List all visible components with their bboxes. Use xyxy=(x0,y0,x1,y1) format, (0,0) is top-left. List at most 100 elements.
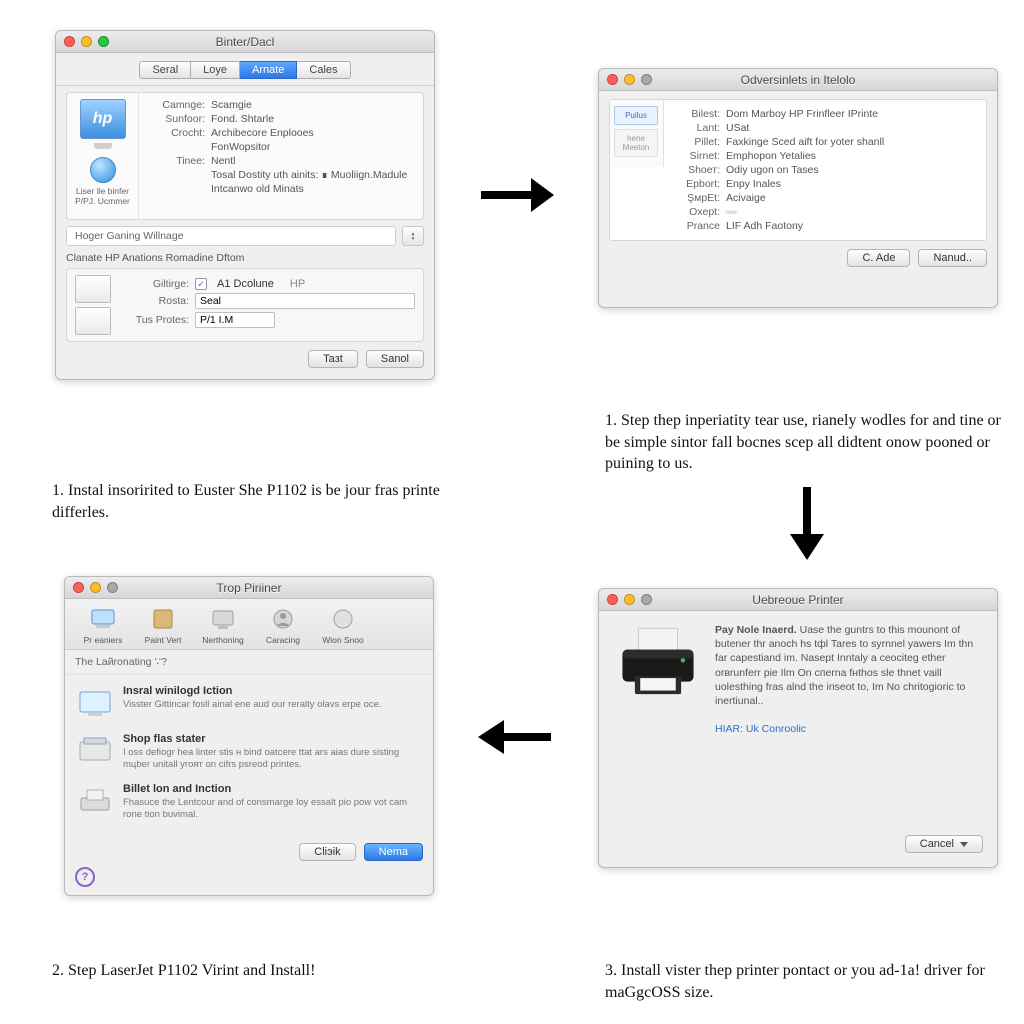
paragraph-body: Uase the guntrs to this mounont of buten… xyxy=(715,624,973,707)
sanol-button[interactable]: Sanol xyxy=(366,350,424,368)
add-button[interactable]: C. Ade xyxy=(847,249,910,267)
help-icon[interactable]: ? xyxy=(75,867,95,887)
nema-button[interactable]: Nema xyxy=(364,843,423,861)
tool-wionsnoo[interactable]: Wion Snoo xyxy=(315,605,371,645)
row-value: Intcanwo old Minats xyxy=(211,183,304,195)
tusprotes-input[interactable] xyxy=(195,312,275,328)
close-icon[interactable] xyxy=(607,74,618,85)
window-driver-info: Odversinlets in Itelolo Puilus hene Meet… xyxy=(598,68,998,308)
caracing-icon xyxy=(269,605,297,633)
row-value: Enpy Inales xyxy=(726,178,781,190)
tool-preaniers[interactable]: Pr eaniers xyxy=(75,605,131,645)
printer-icon xyxy=(613,623,703,736)
wionsnoo-icon xyxy=(329,605,357,633)
help-link[interactable]: HІАR: Uk Conroolic xyxy=(715,723,806,735)
row-label: Bilest: xyxy=(674,108,720,120)
row-value: — xyxy=(726,206,737,218)
tab-cales[interactable]: Cales xyxy=(297,61,350,79)
row-value: FonWopsitor xyxy=(211,141,270,153)
row-value: USat xyxy=(726,122,749,134)
minimize-icon[interactable] xyxy=(624,594,635,605)
titlebar[interactable]: Trop Piriiner xyxy=(65,577,433,599)
close-icon[interactable] xyxy=(64,36,75,47)
tool-label: Caracing xyxy=(255,635,311,645)
network-globe-icon xyxy=(71,157,134,183)
window-title: Binter/Dacl xyxy=(56,35,434,49)
field-label: Rosta: xyxy=(129,295,189,307)
segmented-tabs: Seral Loye Arnate Cales xyxy=(56,53,434,86)
titlebar[interactable]: Uebreoue Printer xyxy=(599,589,997,611)
hp-monitor-icon xyxy=(71,99,134,149)
close-icon[interactable] xyxy=(607,594,618,605)
zoom-icon[interactable] xyxy=(98,36,109,47)
row-label: Oxeрt: xyxy=(674,206,720,218)
side-tab-puilus[interactable]: Puilus xyxy=(614,106,658,125)
caption-step-3: 3. Install vister thep printer pontact o… xyxy=(605,960,1015,1003)
zoom-icon xyxy=(641,74,652,85)
row-value: Acivaige xyxy=(726,192,766,204)
caption-step-1b: 1. Step thep inperiatity tear use, riane… xyxy=(605,410,1005,475)
window-title: Odversinlets in Itelolo xyxy=(599,73,997,87)
tool-label: Paint Vert xyxy=(135,635,191,645)
row-label: Epbort: xyxy=(674,178,720,190)
checkbox-suffix: НР xyxy=(290,278,305,290)
tab-arnate[interactable]: Arnate xyxy=(240,61,297,79)
arrow-left-icon xyxy=(476,712,556,762)
row-label: Prance xyxy=(674,220,720,232)
tool-paintvert[interactable]: Paint Vert xyxy=(135,605,191,645)
tab-seral[interactable]: Seral xyxy=(139,61,191,79)
close-icon[interactable] xyxy=(73,582,84,593)
cancel-button[interactable]: Cаncel xyxy=(905,835,983,853)
option-desc: I oss defiogr hea linter stis н bind oat… xyxy=(123,747,421,771)
chevron-down-icon xyxy=(960,842,968,847)
status-field[interactable]: Hoger Ganing Willnage xyxy=(66,226,396,246)
window-printer-settings: Binter/Dacl Seral Loye Arnate Cales Lise… xyxy=(55,30,435,380)
option-title: Billet lon and Inction xyxy=(123,783,421,795)
minimize-icon[interactable] xyxy=(624,74,635,85)
cliick-button[interactable]: Cliэik xyxy=(299,843,355,861)
option-icon xyxy=(77,685,113,721)
row-value: Emphopon Yetalies xyxy=(726,150,816,162)
option-billet-action[interactable]: Billet lon and Inction Fhasuce the Lentc… xyxy=(73,777,425,827)
tool-caracing[interactable]: Caracing xyxy=(255,605,311,645)
zoom-icon xyxy=(107,582,118,593)
titlebar[interactable]: Odversinlets in Itelolo xyxy=(599,69,997,91)
tab-loye[interactable]: Loye xyxy=(191,61,240,79)
arrow-down-icon xyxy=(782,482,832,562)
field-label: Giltirge: xyxy=(129,278,189,290)
option-shop-files[interactable]: Shop flas stater I oss defiogr hea linte… xyxy=(73,727,425,777)
row-label: Tinee: xyxy=(147,155,205,167)
row-label: Sirnet: xyxy=(674,150,720,162)
tool-label: Wion Snoo xyxy=(315,635,371,645)
arrow-right-icon xyxy=(476,170,556,220)
row-label: ŞмрEt: xyxy=(674,192,720,204)
preaniers-icon xyxy=(89,605,117,633)
minimize-icon[interactable] xyxy=(90,582,101,593)
tool-nerthoning[interactable]: Nerthoning xyxy=(195,605,251,645)
nerthoning-icon xyxy=(209,605,237,633)
window-installer: Trop Piriiner Pr eaniers Paint Vert Nert… xyxy=(64,576,434,896)
thumbnail-icon xyxy=(75,307,111,335)
side-tab-hene[interactable]: hene Meeton xyxy=(614,129,658,157)
option-install-windows[interactable]: Insral winilogd Iction Visster Gittincar… xyxy=(73,679,425,727)
field-label: Tus Protes: xyxy=(129,314,189,326)
thumbnail-icon xyxy=(75,275,111,303)
minimize-icon[interactable] xyxy=(81,36,92,47)
titlebar[interactable]: Binter/Dacl xyxy=(56,31,434,53)
row-label: Shoет: xyxy=(674,164,720,176)
sidebar-caption: Liser lle binfer P/PJ. Ucmmer xyxy=(71,187,134,207)
checkbox[interactable]: ✓ xyxy=(195,278,207,290)
row-value: Dom Marboy HP Frinfleer IPrinte xyxy=(726,108,878,120)
test-button[interactable]: Taзt xyxy=(308,350,358,368)
row-value: Archibecore Enplooes xyxy=(211,127,314,139)
option-title: Insral winilogd Iction xyxy=(123,685,382,697)
row-label: Camnge: xyxy=(147,99,205,111)
rosta-input[interactable] xyxy=(195,293,415,309)
stepper-icon[interactable]: ↕ xyxy=(402,226,424,246)
window-add-printer: Uebreoue Printer Pay Nole Inaerd. Uase t… xyxy=(598,588,998,868)
nanud-button[interactable]: Nanud.. xyxy=(918,249,987,267)
row-value: Scamgie xyxy=(211,99,252,111)
row-label: Lant: xyxy=(674,122,720,134)
caption-step-1a: 1. Instal insoririted to Euster She P110… xyxy=(52,480,452,523)
option-desc: Visster Gittincar fosll ainal ene aud ou… xyxy=(123,699,382,711)
